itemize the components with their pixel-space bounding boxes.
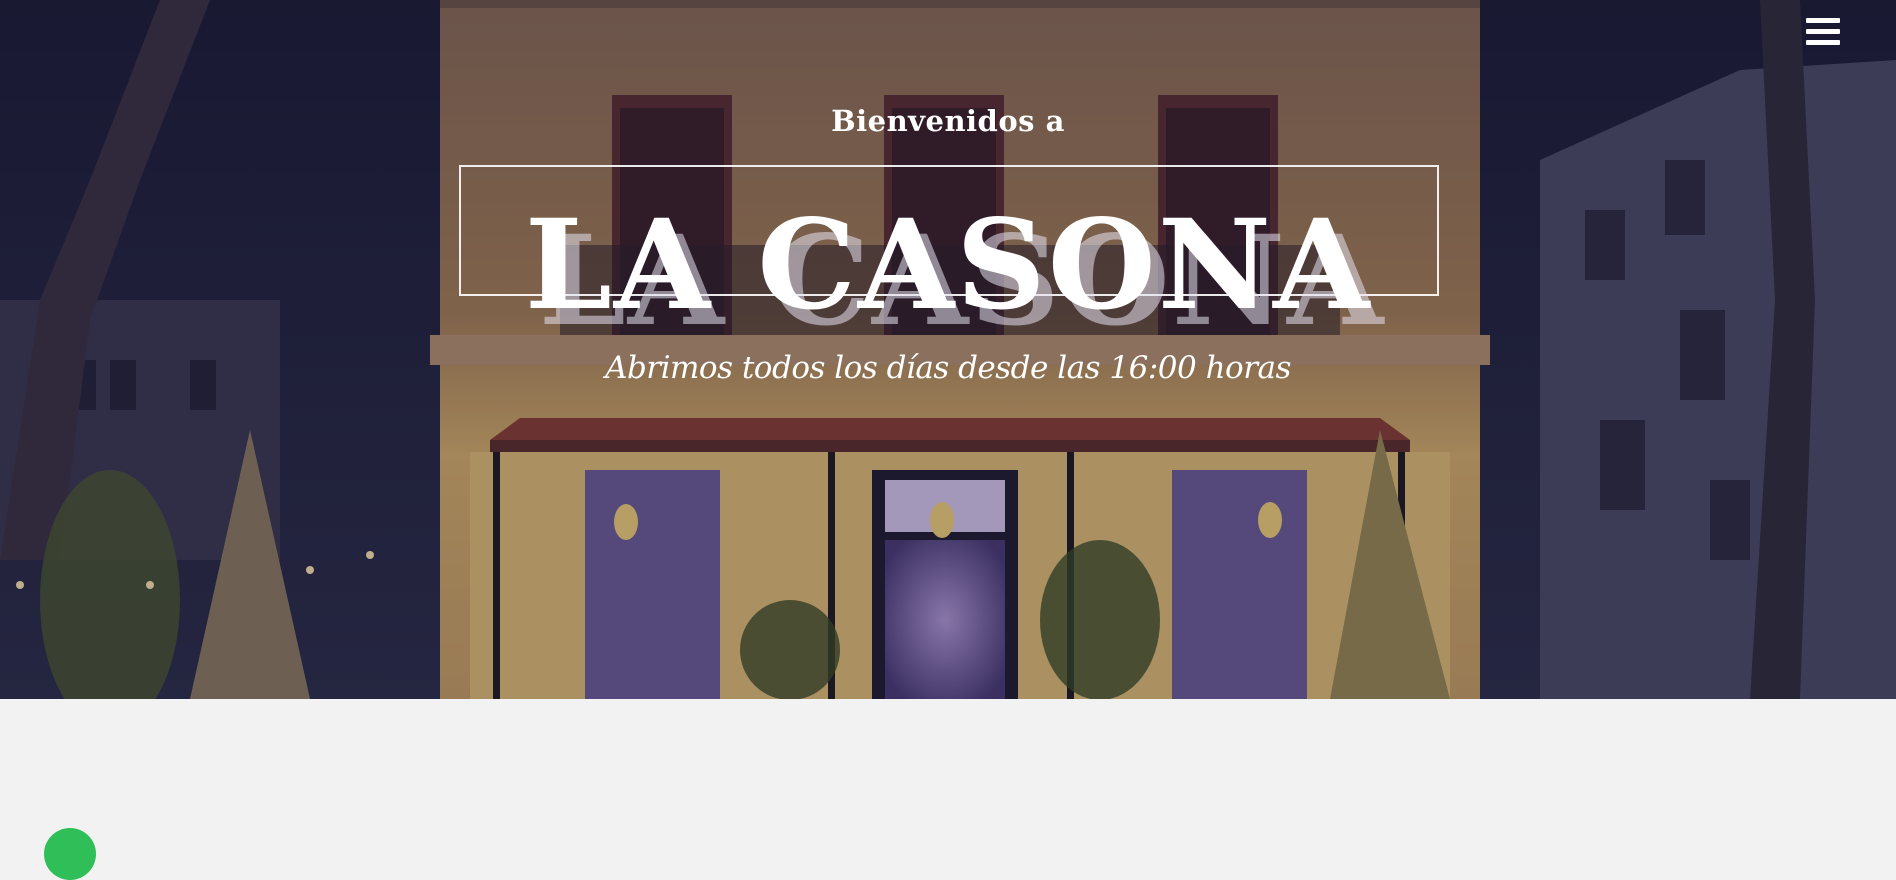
opening-hours-subtitle: Abrimos todos los días desde las 16:00 h… xyxy=(605,350,1291,386)
whatsapp-icon[interactable] xyxy=(44,828,96,880)
menu-bar-top xyxy=(1806,18,1840,23)
menu-bar-middle xyxy=(1806,29,1840,34)
content-section xyxy=(0,699,1896,833)
restaurant-title: LA CASONA xyxy=(524,193,1372,338)
menu-bar-bottom xyxy=(1806,40,1840,45)
hamburger-menu-icon[interactable] xyxy=(1806,18,1842,52)
welcome-heading: Bienvenidos a xyxy=(831,104,1065,138)
hero-section: Bienvenidos a LA CASONA LA CASONA Abrimo… xyxy=(0,0,1896,699)
